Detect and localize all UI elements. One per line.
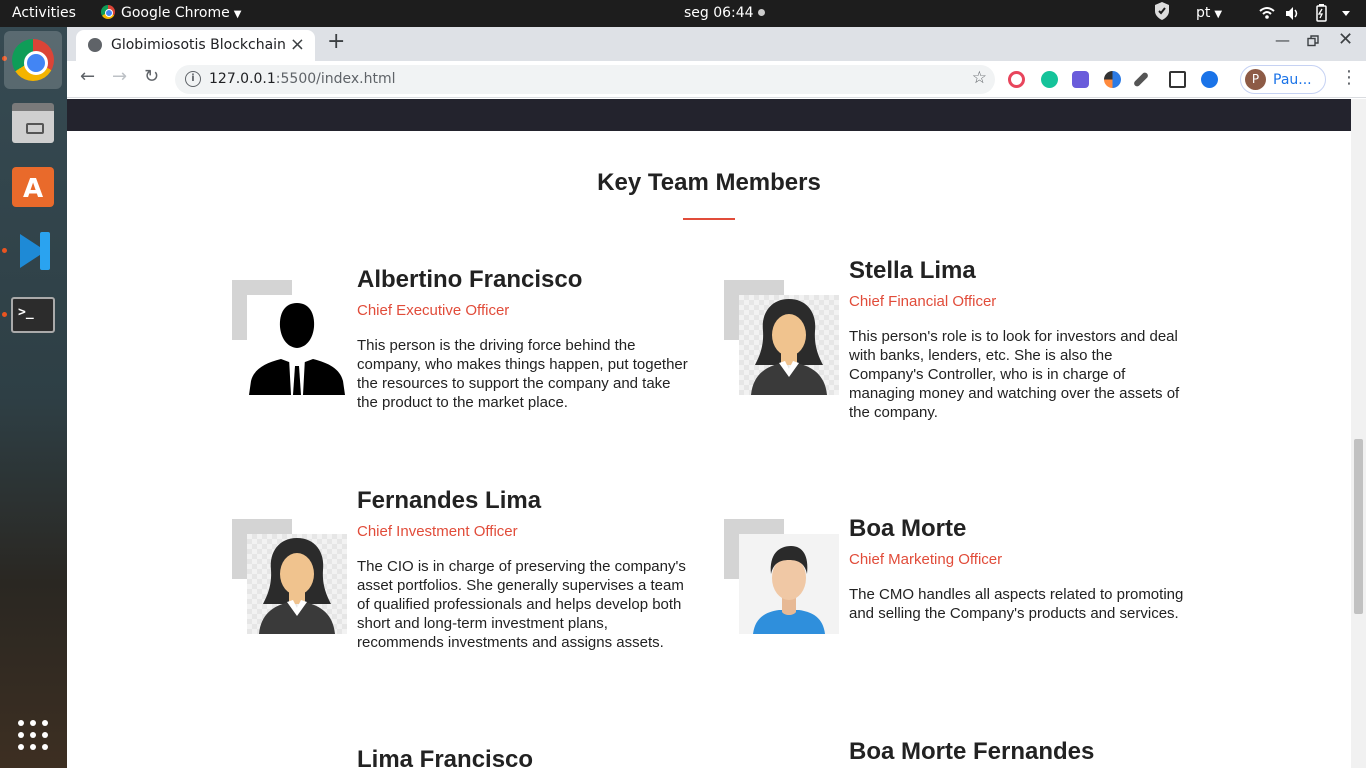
- extension-k-icon[interactable]: [1104, 71, 1121, 88]
- extension-video-icon[interactable]: [1072, 71, 1089, 88]
- close-tab-icon[interactable]: ×: [290, 34, 305, 55]
- dock-software[interactable]: A: [4, 158, 62, 216]
- dock: A >_: [0, 27, 67, 768]
- app-menu-label: Google Chrome: [121, 5, 230, 21]
- member-role: Chief Executive Officer: [357, 302, 510, 319]
- minimize-button[interactable]: —: [1275, 31, 1290, 49]
- team-member-card: Fernandes Lima Chief Investment Officer …: [232, 485, 692, 685]
- profile-button[interactable]: P Pau...: [1240, 65, 1326, 94]
- address-bar[interactable]: i 127.0.0.1:5500/index.html ☆: [175, 65, 995, 94]
- extension-update-icon[interactable]: [1201, 71, 1218, 88]
- system-top-bar: Activities Google Chrome ▼ seg 06:44 pt ▼: [0, 0, 1366, 27]
- team-member-card: Boa Morte Chief Marketing Officer The CM…: [724, 513, 1184, 713]
- male-avatar-icon: [753, 546, 825, 634]
- dock-chrome[interactable]: [4, 31, 62, 89]
- language-menu[interactable]: pt ▼: [1196, 0, 1222, 27]
- member-role: Chief Financial Officer: [849, 293, 997, 310]
- member-name: Stella Lima: [849, 257, 976, 284]
- title-divider: [683, 218, 735, 220]
- clock-label: seg 06:44: [684, 5, 754, 21]
- browser-toolbar: ← → ↻ i 127.0.0.1:5500/index.html ☆ P Pa…: [67, 61, 1366, 98]
- site-info-icon[interactable]: i: [185, 71, 201, 87]
- new-tab-button[interactable]: +: [327, 29, 345, 54]
- member-description: This person's role is to look for invest…: [849, 328, 1180, 421]
- language-label: pt: [1196, 5, 1211, 21]
- show-applications-button[interactable]: [4, 706, 62, 764]
- extension-screenshot-icon[interactable]: [1169, 71, 1186, 88]
- header-band: [67, 99, 1351, 131]
- team-member-card: Albertino Francisco Chief Executive Offi…: [232, 264, 692, 464]
- app-menu[interactable]: Google Chrome ▼: [101, 0, 241, 27]
- member-name: Albertino Francisco: [357, 266, 583, 293]
- chrome-icon: [12, 39, 54, 81]
- bookmark-star-icon[interactable]: ☆: [972, 68, 987, 88]
- notification-dot-icon: [757, 9, 765, 16]
- member-photo: [247, 534, 347, 634]
- member-description: The CIO is in charge of preserving the c…: [357, 558, 686, 651]
- chrome-icon: [101, 5, 115, 19]
- scrollbar-thumb[interactable]: [1354, 439, 1363, 614]
- globe-icon: [88, 38, 102, 52]
- member-role: Chief Investment Officer: [357, 523, 518, 540]
- dock-vscode[interactable]: [4, 222, 62, 280]
- team-member-card: Boa Morte Fernandes: [724, 736, 1184, 768]
- female-avatar-icon: [751, 299, 827, 395]
- member-name: Lima Francisco: [357, 746, 534, 768]
- member-photo: [739, 295, 839, 395]
- member-name: Boa Morte: [849, 515, 967, 542]
- browser-menu-button[interactable]: ⋮: [1340, 67, 1358, 88]
- url-text: 127.0.0.1:5500/index.html: [209, 71, 396, 87]
- member-name: Boa Morte Fernandes: [849, 738, 1095, 765]
- female-avatar-icon: [259, 538, 335, 634]
- dock-files[interactable]: [4, 94, 62, 152]
- tab-title: Globimiosotis Blockchain: [111, 37, 285, 53]
- member-role: Chief Marketing Officer: [849, 551, 1003, 568]
- member-description: The CMO handles all aspects related to p…: [849, 586, 1184, 622]
- extension-eyedropper-icon[interactable]: [1132, 71, 1150, 88]
- shield-icon[interactable]: [1153, 0, 1171, 27]
- url-host: 127.0.0.1: [209, 71, 276, 87]
- avatar: P: [1245, 69, 1266, 90]
- member-description: This person is the driving force behind …: [357, 337, 688, 411]
- vscode-icon: [12, 230, 54, 272]
- apps-grid-icon: [18, 720, 48, 750]
- chevron-down-icon: [1342, 11, 1350, 16]
- volume-icon: [1286, 7, 1298, 20]
- activities-button[interactable]: Activities: [12, 0, 76, 27]
- software-store-icon: A: [12, 167, 54, 207]
- member-photo: [247, 295, 347, 395]
- extension-lastpass-icon[interactable]: [1008, 71, 1025, 88]
- reload-button[interactable]: ↻: [144, 66, 159, 87]
- profile-name: Pau...: [1273, 72, 1312, 88]
- chevron-down-icon: ▼: [1214, 9, 1223, 20]
- section-title: Key Team Members: [597, 169, 821, 196]
- tab-strip: Globimiosotis Blockchain × + — ✕: [67, 27, 1366, 61]
- team-member-card: Stella Lima Chief Financial Officer This…: [724, 255, 1184, 455]
- page-scrollbar[interactable]: [1351, 99, 1366, 768]
- member-photo: [739, 534, 839, 634]
- tab-active[interactable]: Globimiosotis Blockchain ×: [76, 30, 315, 61]
- male-silhouette-avatar-icon: [249, 303, 345, 395]
- wifi-icon: [1259, 7, 1275, 19]
- chevron-down-icon: ▼: [233, 9, 242, 20]
- forward-button[interactable]: →: [112, 66, 127, 87]
- team-member-card: Lima Francisco: [232, 744, 692, 768]
- close-window-button[interactable]: ✕: [1338, 29, 1353, 50]
- battery-icon: [1316, 4, 1327, 22]
- restore-button[interactable]: [1307, 33, 1319, 51]
- clock[interactable]: seg 06:44: [684, 0, 765, 27]
- back-button[interactable]: ←: [80, 66, 95, 87]
- dock-terminal[interactable]: >_: [4, 286, 62, 344]
- extension-grammarly-icon[interactable]: [1041, 71, 1058, 88]
- member-name: Fernandes Lima: [357, 487, 542, 514]
- terminal-icon: >_: [11, 297, 55, 333]
- files-icon: [12, 103, 54, 143]
- url-path: :5500/index.html: [275, 71, 396, 87]
- system-status-menu[interactable]: [1258, 0, 1358, 27]
- page-viewport: Key Team Members Albertino Francisco Chi…: [67, 99, 1351, 768]
